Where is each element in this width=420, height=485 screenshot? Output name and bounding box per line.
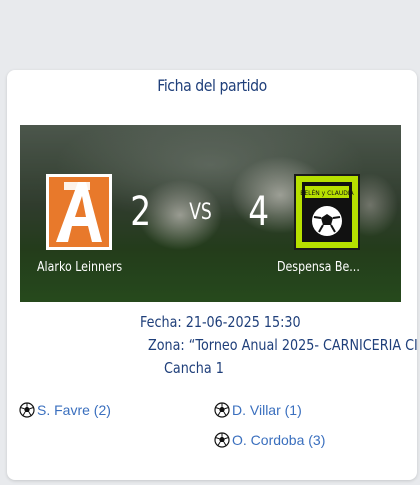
home-scorer-item: S. Favre (2) xyxy=(19,402,111,418)
away-logo-icon: BELÉN y CLAUDIA xyxy=(296,176,358,248)
home-scorer-name: S. Favre (2) xyxy=(37,402,111,418)
match-date: Fecha: 21-06-2025 15:30 xyxy=(140,313,301,331)
match-banner: Alarko Leinners 2 VS 4 BELÉN y CLAUDIA D… xyxy=(20,125,401,302)
match-field: Cancha 1 xyxy=(164,359,224,377)
vs-label: VS xyxy=(189,200,212,225)
home-team-name[interactable]: Alarko Leinners xyxy=(37,260,122,275)
soccer-ball-icon xyxy=(19,402,35,418)
away-scorer-item: D. Villar (1) xyxy=(214,402,302,418)
soccer-ball-icon xyxy=(214,402,230,418)
away-team-name[interactable]: Despensa Be... xyxy=(277,260,360,275)
away-scorer-name: D. Villar (1) xyxy=(232,402,302,418)
match-card: Ficha del partido Alarko Leinners 2 VS 4… xyxy=(7,70,417,480)
away-scorer-item: O. Cordoba (3) xyxy=(214,432,325,448)
home-team-logo[interactable] xyxy=(46,174,112,250)
away-score: 4 xyxy=(248,189,270,235)
away-team-logo[interactable]: BELÉN y CLAUDIA xyxy=(294,174,360,250)
soccer-ball-icon xyxy=(214,432,230,448)
away-scorer-name: O. Cordoba (3) xyxy=(232,432,326,448)
away-logo-text: BELÉN y CLAUDIA xyxy=(300,189,354,197)
home-logo-icon xyxy=(49,177,109,247)
page-title: Ficha del partido xyxy=(157,76,267,95)
home-score: 2 xyxy=(130,189,152,235)
match-zone: Zona: “Torneo Anual 2025- CARNICERIA CIM… xyxy=(148,336,417,354)
